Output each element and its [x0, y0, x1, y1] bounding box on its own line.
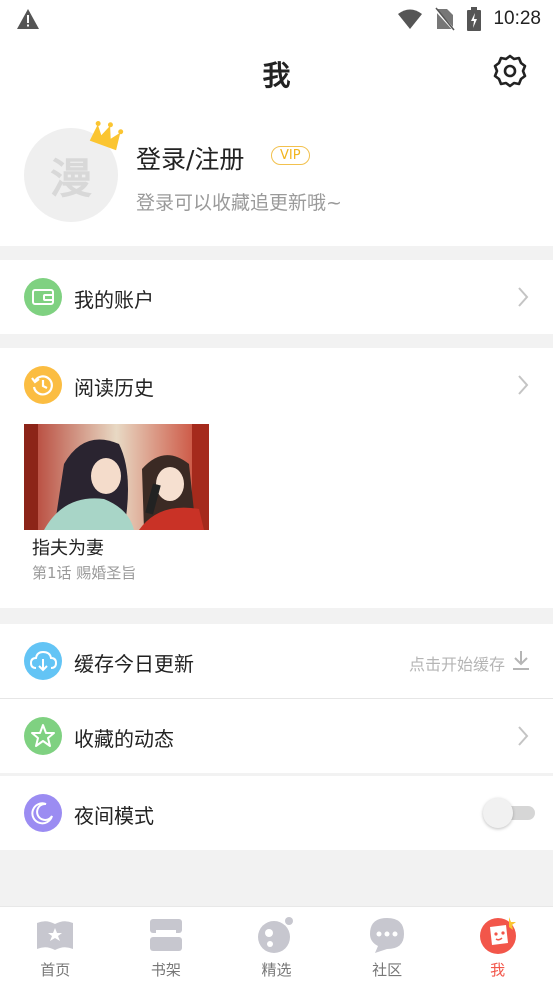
menu-item-cache[interactable]: 缓存今日更新 点击开始缓存	[0, 624, 553, 698]
night-mode-toggle[interactable]	[483, 798, 535, 828]
reading-history-section: 阅读历史 指夫为妻 第1话 赐婚圣旨	[0, 348, 553, 608]
star-icon	[24, 717, 62, 755]
comic-chapter: 第1话 赐婚圣旨	[32, 564, 137, 582]
profile-card[interactable]: 漫 登录/注册 VIP 登录可以收藏追更新哦~	[0, 108, 553, 246]
menu-item-label: 收藏的动态	[74, 727, 174, 751]
login-register-link[interactable]: 登录/注册	[136, 140, 244, 176]
chevron-right-icon	[518, 726, 529, 746]
battery-icon	[467, 7, 482, 31]
chevron-right-icon	[518, 287, 529, 307]
settings-gear-icon[interactable]	[493, 54, 527, 88]
menu-item-account[interactable]: 我的账户	[0, 260, 553, 334]
comic-cover-image[interactable]	[24, 424, 209, 530]
cloud-download-icon	[24, 642, 62, 680]
tab-community[interactable]: 社区	[332, 907, 443, 983]
download-icon[interactable]	[511, 649, 531, 671]
moon-icon	[24, 794, 62, 832]
tab-home[interactable]: 首页	[0, 907, 111, 983]
vip-badge: VIP	[271, 146, 310, 165]
tab-label: 首页	[40, 961, 71, 979]
wifi-icon	[398, 9, 423, 29]
bookshelf-icon	[149, 919, 182, 951]
tab-label: 书架	[150, 961, 181, 979]
no-sim-icon	[435, 7, 456, 31]
menu-item-history[interactable]: 阅读历史	[0, 348, 553, 422]
featured-icon	[258, 917, 294, 953]
clock-icon	[24, 366, 62, 404]
chevron-right-icon	[518, 375, 529, 395]
wallet-icon	[24, 278, 62, 316]
menu-item-night-mode[interactable]: 夜间模式	[0, 776, 553, 850]
status-bar: 10:28	[0, 0, 553, 38]
crown-icon	[89, 120, 124, 151]
tab-featured[interactable]: 精选	[221, 907, 332, 983]
bottom-tab-bar: 首页 书架 精选 社区 我	[0, 906, 553, 983]
home-book-icon	[37, 921, 74, 950]
tab-label: 社区	[372, 961, 403, 979]
tab-bookshelf[interactable]: 书架	[111, 907, 222, 983]
page-title: 我	[262, 59, 291, 92]
menu-item-label: 阅读历史	[74, 376, 154, 400]
toggle-knob	[483, 798, 513, 828]
tab-label: 精选	[261, 961, 292, 979]
menu-item-label: 缓存今日更新	[74, 652, 194, 676]
community-chat-icon	[370, 918, 405, 953]
avatar-placeholder-mark: 漫	[49, 153, 92, 203]
page-header: 我	[0, 38, 553, 108]
comic-title[interactable]: 指夫为妻	[32, 534, 104, 560]
login-hint-text: 登录可以收藏追更新哦~	[136, 192, 342, 214]
me-icon	[479, 917, 516, 954]
menu-item-favorites[interactable]: 收藏的动态	[0, 699, 553, 773]
status-time: 10:28	[493, 8, 541, 29]
tab-me[interactable]: 我	[442, 907, 553, 983]
tab-label: 我	[490, 961, 506, 979]
menu-item-label: 夜间模式	[74, 804, 154, 828]
start-cache-hint[interactable]: 点击开始缓存	[409, 651, 505, 675]
warning-icon	[17, 9, 39, 29]
menu-item-label: 我的账户	[74, 288, 154, 312]
